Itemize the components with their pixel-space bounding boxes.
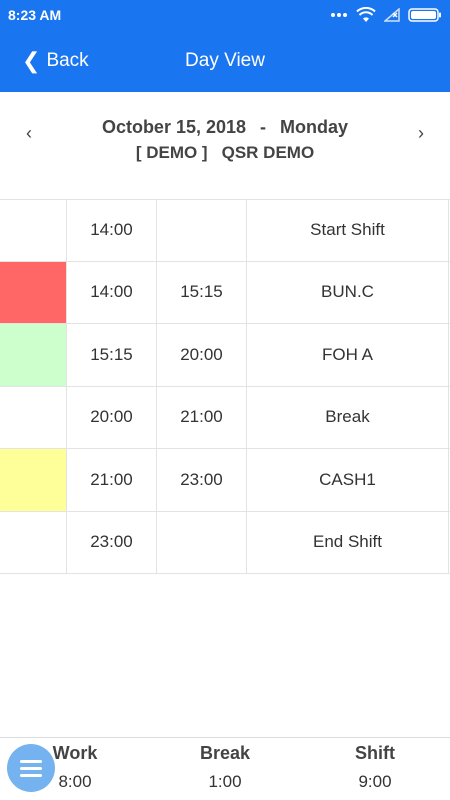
table-row[interactable]: 15:15 20:00 FOH A: [0, 324, 450, 387]
store-line: [ DEMO ] QSR DEMO: [0, 143, 450, 163]
task-color-swatch: [0, 200, 67, 261]
task-name: BUN.C: [247, 261, 449, 323]
task-name: End Shift: [247, 511, 449, 573]
break-summary: Break 1:00: [150, 738, 300, 792]
task-color-swatch: [0, 386, 67, 448]
start-time: 21:00: [67, 449, 157, 511]
menu-fab-button[interactable]: [7, 744, 55, 792]
date-text: October 15, 2018: [101, 117, 247, 137]
wifi-icon: [356, 7, 376, 22]
status-icons: [330, 7, 442, 23]
table-row[interactable]: 14:00 Start Shift: [0, 199, 450, 262]
break-value: 1:00: [208, 772, 242, 791]
status-bar: 8:23 AM: [0, 0, 450, 30]
back-button[interactable]: ❮ Back: [22, 30, 89, 92]
end-time: [157, 511, 247, 573]
table-row[interactable]: 14:00 15:15 BUN.C: [0, 261, 450, 324]
table-row[interactable]: 23:00 End Shift: [0, 511, 450, 574]
end-time: [157, 200, 247, 261]
store-tag: [ DEMO ]: [135, 143, 208, 162]
next-day-button[interactable]: ›: [406, 118, 436, 148]
shift-value: 9:00: [358, 772, 392, 791]
table-row[interactable]: 20:00 21:00 Break: [0, 386, 450, 449]
task-color-swatch: [0, 449, 67, 511]
back-label: Back: [46, 50, 89, 71]
start-time: 15:15: [67, 324, 157, 386]
task-color-swatch: [0, 511, 67, 573]
start-time: 23:00: [67, 511, 157, 573]
start-time: 14:00: [67, 200, 157, 261]
chevron-left-icon: ❮: [22, 48, 41, 73]
battery-icon: [408, 8, 441, 22]
status-time: 8:23 AM: [8, 7, 62, 23]
task-name: Start Shift: [247, 200, 449, 261]
shift-label: Shift: [355, 743, 395, 763]
task-name: FOH A: [247, 324, 449, 386]
summary-footer: Work 8:00 Break 1:00 Shift 9:00: [0, 737, 450, 800]
table-row[interactable]: 21:00 23:00 CASH1: [0, 449, 450, 512]
chevron-right-icon: ›: [418, 122, 424, 143]
dots-icon: [331, 13, 347, 17]
weekday-text: Monday: [280, 117, 349, 137]
schedule-table: 14:00 Start Shift 14:00 15:15 BUN.C 15:1…: [0, 199, 450, 574]
signal-icon: [384, 8, 400, 22]
app-bar: ❮ Back Day View: [0, 30, 450, 92]
date-separator: -: [260, 117, 267, 137]
task-color-swatch: [0, 324, 67, 386]
end-time: 21:00: [157, 386, 247, 448]
break-label: Break: [199, 743, 251, 763]
store-name: QSR DEMO: [221, 143, 315, 162]
task-name: Break: [247, 386, 449, 448]
menu-icon: [20, 756, 42, 781]
task-color-swatch: [0, 261, 67, 323]
date-header: ‹ October 15, 2018- Monday [ DEMO ] QSR DE…: [0, 92, 450, 200]
end-time: 20:00: [157, 324, 247, 386]
end-time: 15:15: [157, 261, 247, 323]
start-time: 14:00: [67, 261, 157, 323]
shift-summary: Shift 9:00: [300, 738, 450, 792]
start-time: 20:00: [67, 386, 157, 448]
task-name: CASH1: [247, 449, 449, 511]
date-line: October 15, 2018- Monday: [0, 117, 450, 138]
end-time: 23:00: [157, 449, 247, 511]
